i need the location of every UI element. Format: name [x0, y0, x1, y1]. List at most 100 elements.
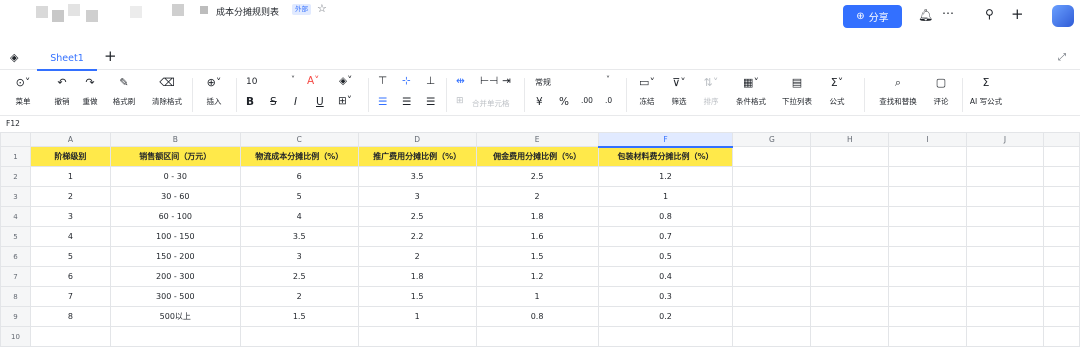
- cell[interactable]: [732, 306, 812, 327]
- cell[interactable]: [888, 246, 968, 267]
- cell[interactable]: 1.6: [475, 226, 599, 247]
- tab-sheet1[interactable]: Sheet1: [37, 47, 97, 71]
- cell[interactable]: 0 - 30: [109, 166, 241, 187]
- conditional-format-button[interactable]: ▦˅ 条件格式: [732, 76, 770, 107]
- avatar[interactable]: [1052, 5, 1074, 27]
- cell[interactable]: 5: [239, 186, 359, 207]
- cell[interactable]: [1042, 266, 1080, 287]
- row-header[interactable]: 1: [0, 146, 31, 167]
- cell[interactable]: [810, 206, 890, 227]
- cell[interactable]: 8: [29, 306, 111, 327]
- cell[interactable]: 30 - 60: [109, 186, 241, 207]
- cell[interactable]: 6: [29, 266, 111, 287]
- row-header[interactable]: 8: [0, 286, 31, 307]
- cell[interactable]: [732, 266, 812, 287]
- cell[interactable]: [1042, 166, 1080, 187]
- font-size-select[interactable]: 10: [246, 77, 257, 87]
- cell[interactable]: [966, 226, 1044, 247]
- cell[interactable]: [888, 266, 968, 287]
- cell[interactable]: 1: [357, 306, 477, 327]
- cell[interactable]: 0.3: [597, 286, 734, 307]
- cell[interactable]: [810, 306, 890, 327]
- cell[interactable]: 0.8: [475, 306, 599, 327]
- cell[interactable]: 0.5: [597, 246, 734, 267]
- cell[interactable]: 1.2: [475, 266, 599, 287]
- cell[interactable]: 0.4: [597, 266, 734, 287]
- underline-icon[interactable]: U: [316, 96, 324, 108]
- corner-cell[interactable]: [0, 132, 31, 147]
- increase-decimal-icon[interactable]: .0: [605, 96, 612, 105]
- cell[interactable]: [888, 166, 968, 187]
- cell[interactable]: [966, 246, 1044, 267]
- percent-icon[interactable]: %: [559, 96, 569, 108]
- cell[interactable]: [888, 206, 968, 227]
- cell[interactable]: 1.8: [357, 266, 477, 287]
- cell[interactable]: 2: [239, 286, 359, 307]
- cell[interactable]: [1042, 286, 1080, 307]
- column-header[interactable]: [1042, 132, 1080, 147]
- redo-button[interactable]: ↷ 重做: [78, 76, 102, 107]
- align-left-icon[interactable]: ☰: [378, 96, 387, 108]
- cell[interactable]: [810, 166, 890, 187]
- cell-reference[interactable]: F12: [6, 119, 20, 128]
- format-painter-button[interactable]: ✎ 格式刷: [108, 76, 140, 107]
- cell[interactable]: [888, 226, 968, 247]
- cell[interactable]: [966, 206, 1044, 227]
- align-middle-icon[interactable]: ⊹: [402, 75, 411, 87]
- cell[interactable]: 3: [239, 246, 359, 267]
- row-header[interactable]: 6: [0, 246, 31, 267]
- expand-icon[interactable]: ⤢: [1058, 52, 1066, 63]
- cell[interactable]: [888, 286, 968, 307]
- cell[interactable]: [732, 206, 812, 227]
- cell[interactable]: [732, 246, 812, 267]
- column-header[interactable]: F: [597, 132, 734, 148]
- column-header[interactable]: E: [475, 132, 599, 147]
- decrease-decimal-icon[interactable]: .00: [581, 96, 593, 105]
- cell[interactable]: 1: [597, 186, 734, 207]
- cell[interactable]: [966, 306, 1044, 327]
- row-header[interactable]: 5: [0, 226, 31, 247]
- row-header[interactable]: 7: [0, 266, 31, 287]
- cell[interactable]: [1042, 146, 1080, 167]
- cell[interactable]: 150 - 200: [109, 246, 241, 267]
- align-center-icon[interactable]: ☰: [402, 96, 411, 108]
- currency-icon[interactable]: ¥: [536, 96, 543, 108]
- cell[interactable]: 100 - 150: [109, 226, 241, 247]
- cell[interactable]: [1042, 246, 1080, 267]
- sort-button[interactable]: ⇅˅ 排序: [698, 76, 724, 107]
- cell[interactable]: 2.2: [357, 226, 477, 247]
- cell[interactable]: 200 - 300: [109, 266, 241, 287]
- column-header[interactable]: D: [357, 132, 477, 147]
- cell[interactable]: 0.2: [597, 306, 734, 327]
- cell[interactable]: 7: [29, 286, 111, 307]
- fill-color-icon[interactable]: ◈˅: [339, 75, 352, 87]
- cell[interactable]: 5: [29, 246, 111, 267]
- cell[interactable]: 2.5: [357, 206, 477, 227]
- filter-button[interactable]: ⊽˅ 筛选: [666, 76, 692, 107]
- comment-button[interactable]: ▢ 评论: [928, 76, 954, 107]
- share-button[interactable]: ⊕ 分享: [843, 5, 902, 28]
- row-header[interactable]: 3: [0, 186, 31, 207]
- cell[interactable]: 500以上: [109, 306, 241, 327]
- wrap-overflow-icon[interactable]: ⇹: [456, 75, 465, 87]
- cell[interactable]: [1042, 206, 1080, 227]
- cell[interactable]: 3.5: [239, 226, 359, 247]
- plus-icon[interactable]: +: [1011, 5, 1024, 23]
- cell[interactable]: 2.5: [475, 166, 599, 187]
- add-sheet-icon[interactable]: +: [104, 47, 117, 65]
- cell[interactable]: 3.5: [357, 166, 477, 187]
- formula-button[interactable]: Σ˅ 公式: [824, 76, 850, 107]
- header-cell[interactable]: 包装材料费分摊比例（%）: [597, 146, 734, 167]
- cell[interactable]: 2.5: [239, 266, 359, 287]
- italic-icon[interactable]: I: [294, 96, 297, 108]
- merge-icon[interactable]: ⊞: [456, 96, 464, 106]
- row-header[interactable]: 4: [0, 206, 31, 227]
- cell[interactable]: [1042, 306, 1080, 327]
- cell[interactable]: 1.8: [475, 206, 599, 227]
- cell[interactable]: [810, 286, 890, 307]
- column-header[interactable]: I: [888, 132, 968, 147]
- cell[interactable]: [888, 146, 968, 167]
- menu-button[interactable]: ⊙˅ 菜单: [10, 76, 36, 107]
- cell[interactable]: 2: [29, 186, 111, 207]
- cell[interactable]: 300 - 500: [109, 286, 241, 307]
